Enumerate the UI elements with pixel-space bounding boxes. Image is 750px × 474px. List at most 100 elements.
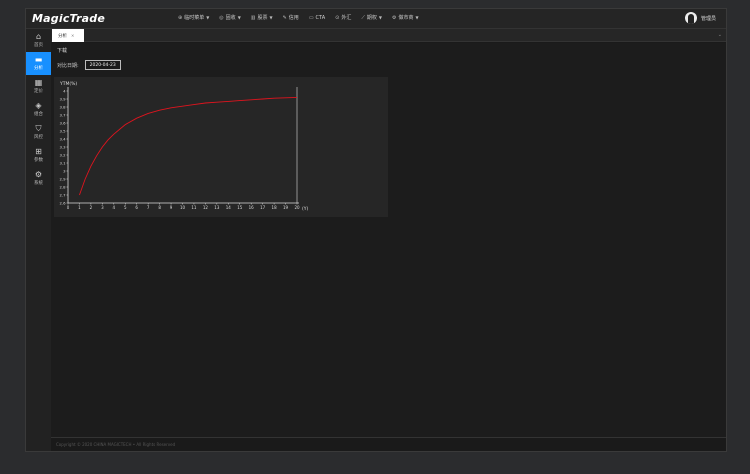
- home-icon: ⌂: [35, 32, 42, 41]
- download-label[interactable]: 下载: [57, 47, 67, 54]
- sidebar-item-portfolio[interactable]: ◈ 组合: [26, 98, 51, 121]
- x-tick-label: 13: [214, 205, 220, 210]
- nav-item-market-maker[interactable]: ⚙ 做市商 ▼: [391, 14, 419, 22]
- sidebar-item-label: 首页: [34, 43, 43, 48]
- chevron-down-icon: ▼: [415, 15, 419, 20]
- y-tick-label: 2.9: [59, 176, 66, 181]
- x-tick-label: 7: [147, 205, 150, 210]
- main-content: 下载 对比日期: 2020-04-23 0 1 2 3 4 5 6 7 8 9 10 11 12 13 14…: [51, 43, 726, 437]
- grid-icon: ⊞: [35, 147, 42, 156]
- nav-item-label: 外汇: [341, 15, 352, 21]
- x-tick-label: 0: [67, 205, 70, 210]
- nav-item-label: CTA: [315, 14, 326, 21]
- gear-icon: ⚙: [34, 170, 43, 179]
- trend-icon: ⟋: [361, 14, 365, 21]
- nav-item-fixed-income[interactable]: ◎ 固收 ▼: [219, 14, 241, 22]
- yield-curve-panel: 0 1 2 3 4 5 6 7 8 9 10 11 12 13 14 15 16 17 18 19 20 2.6 2.7 2…: [54, 77, 388, 217]
- y-tick-label: 3.7: [59, 112, 66, 117]
- sidebar-item-label: 风控: [34, 135, 43, 140]
- nav-item-temp-menu[interactable]: ⊕ 临时菜单 ▼: [178, 14, 209, 22]
- nav-item-label: 期权: [366, 15, 377, 21]
- y-tick-label: 3.5: [59, 128, 66, 133]
- sidebar-item-label: 组合: [34, 112, 43, 117]
- x-tick-label: 20: [294, 205, 300, 210]
- sidebar-item-risk[interactable]: ⛉ 风控: [26, 121, 51, 144]
- x-tick-label: 19: [283, 205, 289, 210]
- sidebar-item-label: 分析: [34, 66, 43, 71]
- compare-date-row: 对比日期: 2020-04-23: [57, 60, 121, 70]
- shield-icon: ⛉: [35, 124, 42, 133]
- y-tick-label: 2.8: [59, 184, 66, 189]
- top-navbar: MagicTrade ⊕ 临时菜单 ▼ ◎ 固收 ▼ ▥ 股票 ▼ ✎ 信用 ▭ CTA ⊙ 外汇…: [26, 9, 726, 29]
- gear-icon: ⚙: [391, 14, 397, 21]
- compare-date-label: 对比日期:: [57, 62, 79, 69]
- x-tick-label: 9: [170, 205, 173, 210]
- x-tick-label: 1: [78, 205, 81, 210]
- y-tick-label: 3.6: [59, 120, 66, 125]
- sidebar-item-label: 系统: [34, 181, 43, 186]
- x-tick-label: 18: [272, 205, 278, 210]
- target-icon: ◎: [219, 14, 224, 21]
- chevron-down-icon[interactable]: ⌄: [718, 32, 722, 38]
- x-tick-label: 10: [180, 205, 186, 210]
- chat-icon: ▬: [34, 55, 43, 64]
- main-nav: ⊕ 临时菜单 ▼ ◎ 固收 ▼ ▥ 股票 ▼ ✎ 信用 ▭ CTA ⊙ 外汇 ⟋ 期权 ▼ ⚙ 做市商 ▼: [178, 14, 419, 22]
- sidebar-item-system[interactable]: ⚙ 系统: [26, 167, 51, 190]
- y-tick-label: 3.3: [59, 144, 66, 149]
- tab-label: 分析: [58, 33, 67, 39]
- nav-item-label: 股票: [257, 15, 268, 21]
- y-tick-label: 3.4: [59, 136, 66, 141]
- x-tick-label: 6: [135, 205, 138, 210]
- y-tick-label: 2.6: [59, 200, 66, 205]
- y-tick-label: 2.7: [59, 192, 66, 197]
- app-logo[interactable]: MagicTrade: [32, 12, 105, 25]
- sidebar-item-analysis[interactable]: ▬ 分析: [26, 52, 51, 75]
- x-tick-label: 3: [101, 205, 104, 210]
- currency-icon: ⊙: [335, 14, 340, 21]
- nav-item-fx[interactable]: ⊙ 外汇: [335, 14, 352, 22]
- x-tick-label: 8: [158, 205, 161, 210]
- x-tick-label: 12: [203, 205, 209, 210]
- copyright-text: Copyright © 2020 CHINA MAGICTECH • All R…: [56, 442, 176, 447]
- sidebar-item-pricing[interactable]: ▦ 定价: [26, 75, 51, 98]
- x-tick-label: 15: [237, 205, 243, 210]
- y-tick-label: 3.1: [59, 160, 66, 165]
- sidebar-item-label: 定价: [34, 89, 43, 94]
- x-tick-label: 2: [90, 205, 93, 210]
- nav-item-label: 固收: [225, 15, 236, 21]
- chart-icon: ▥: [250, 14, 256, 21]
- chevron-down-icon: ▼: [378, 15, 382, 20]
- sidebar-item-home[interactable]: ⌂ 首页: [26, 29, 51, 52]
- tab-analysis[interactable]: 分析 ✕: [52, 29, 84, 42]
- cube-icon: ◈: [35, 101, 42, 110]
- nav-item-options[interactable]: ⟋ 期权 ▼: [361, 14, 382, 22]
- chevron-down-icon: ▼: [269, 15, 273, 20]
- x-tick-label: 14: [226, 205, 232, 210]
- y-tick-label: 3: [63, 168, 66, 173]
- footer: Copyright © 2020 CHINA MAGICTECH • All R…: [51, 437, 726, 451]
- nav-item-stocks[interactable]: ▥ 股票 ▼: [250, 14, 273, 22]
- sidebar-item-params[interactable]: ⊞ 参数: [26, 144, 51, 167]
- x-tick-label: 5: [124, 205, 127, 210]
- sidebar: ⌂ 首页 ▬ 分析 ▦ 定价 ◈ 组合 ⛉ 风控 ⊞ 参数 ⚙ 系统: [26, 29, 51, 451]
- circle-icon: ⊕: [178, 14, 183, 21]
- y-tick-label: 3.9: [59, 96, 66, 101]
- app-window: MagicTrade ⊕ 临时菜单 ▼ ◎ 固收 ▼ ▥ 股票 ▼ ✎ 信用 ▭ CTA ⊙ 外汇…: [25, 8, 727, 452]
- user-name[interactable]: 管理员: [701, 15, 716, 22]
- nav-item-label: 做市商: [398, 15, 414, 21]
- nav-item-credit[interactable]: ✎ 信用: [282, 14, 299, 22]
- avatar[interactable]: [684, 12, 697, 24]
- y-tick-label: 3.8: [59, 104, 66, 109]
- user-menu[interactable]: 管理员: [684, 12, 716, 24]
- compare-date-input[interactable]: 2020-04-23: [84, 60, 121, 70]
- nav-item-cta[interactable]: ▭ CTA: [309, 14, 325, 21]
- edit-icon: ✎: [282, 14, 287, 21]
- close-icon[interactable]: ✕: [71, 33, 74, 38]
- nav-item-label: 临时菜单: [184, 15, 205, 21]
- y-axis-label: YTM(%): [59, 81, 77, 87]
- y-tick-label: 3.2: [59, 152, 66, 157]
- x-tick-label: 4: [113, 205, 116, 210]
- nav-item-label: 信用: [288, 15, 299, 21]
- tab-strip: 分析 ✕ ⌄: [51, 29, 726, 42]
- chevron-down-icon: ▼: [237, 15, 241, 20]
